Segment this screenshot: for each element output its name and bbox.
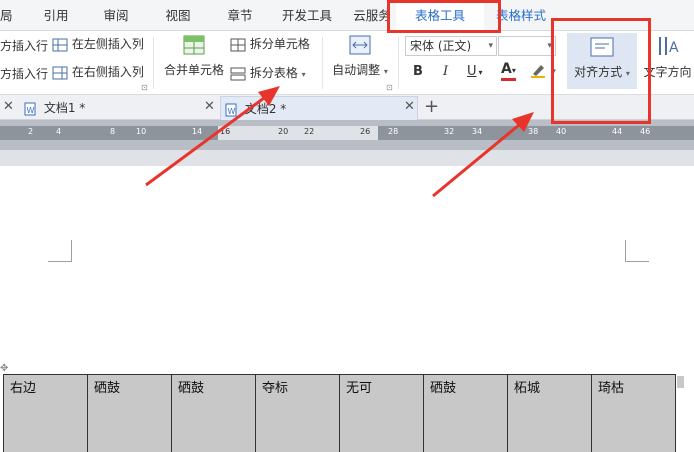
annotation-arrows: [145, 86, 534, 198]
arrow-to-split-table: [145, 86, 280, 187]
arrow-to-align: [432, 112, 534, 198]
